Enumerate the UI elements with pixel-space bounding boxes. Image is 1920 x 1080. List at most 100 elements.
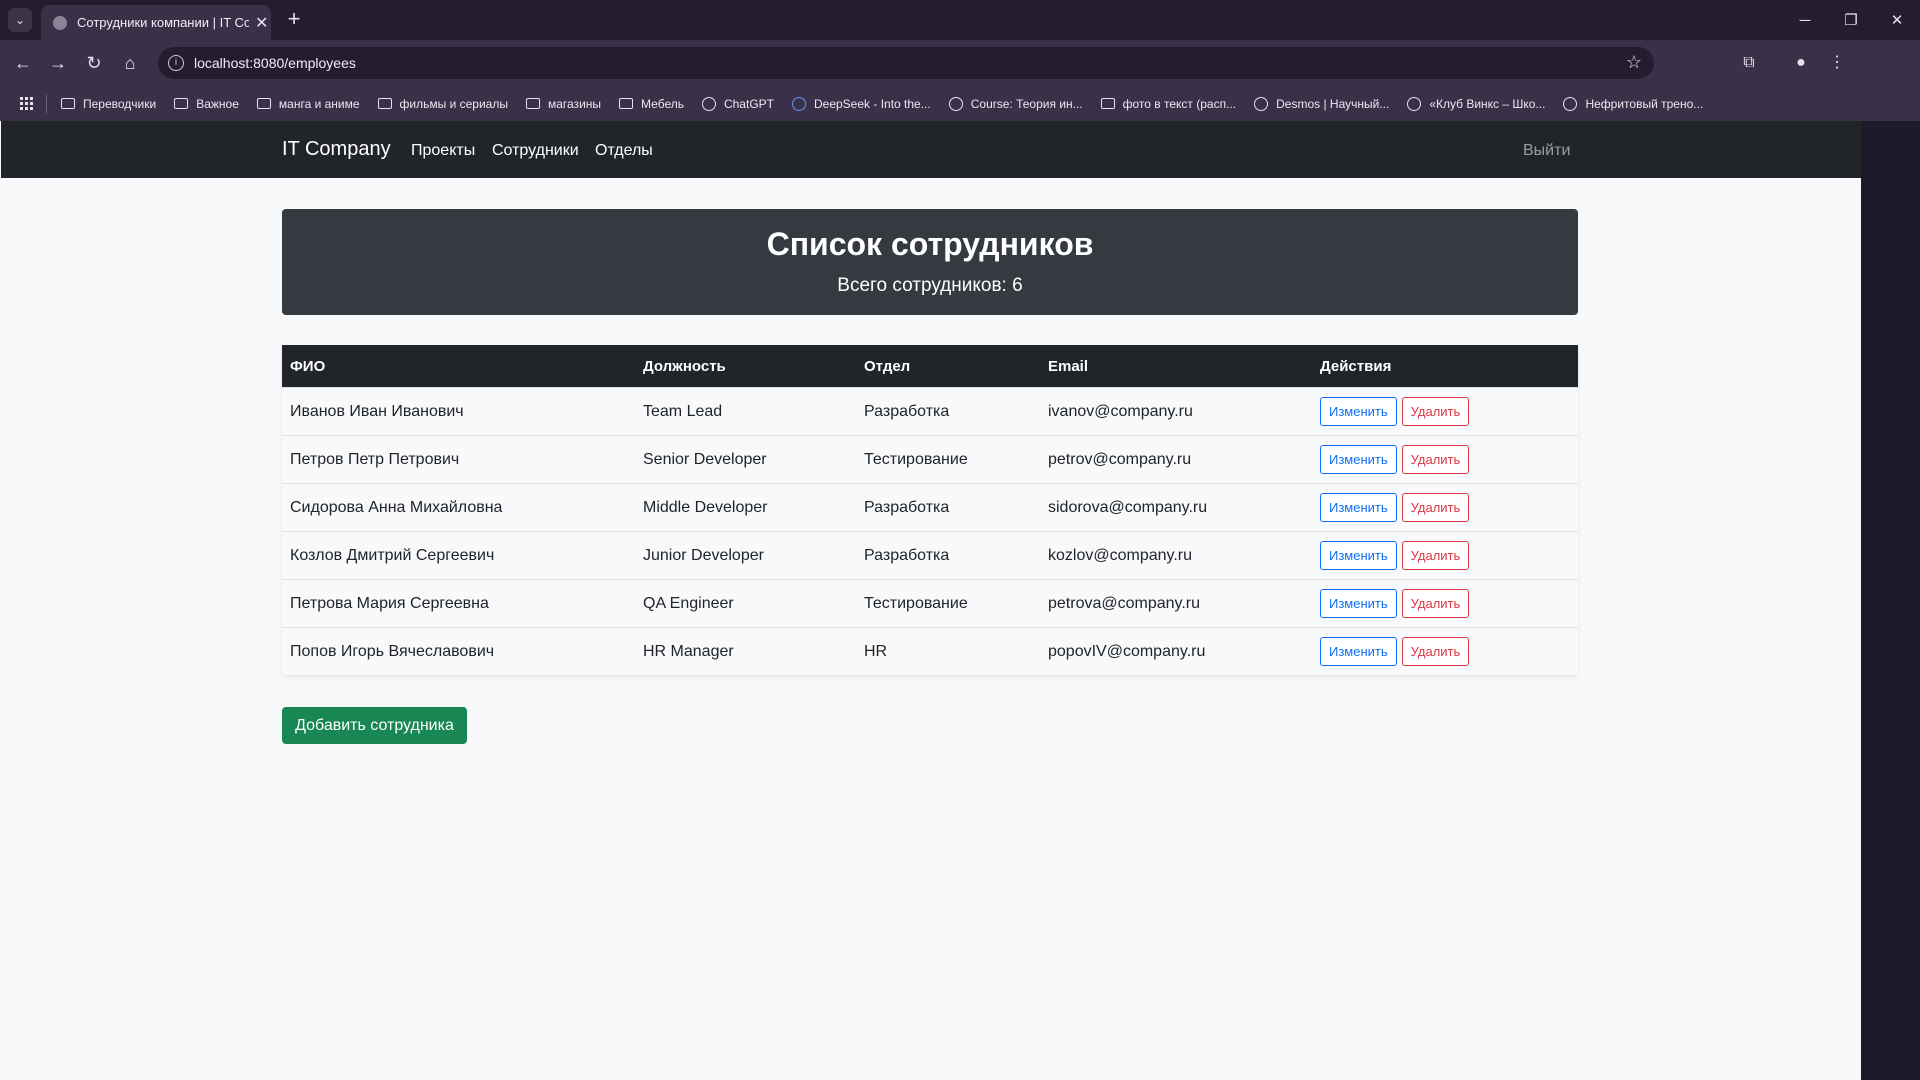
tab-search-icon[interactable]: ⌄ bbox=[8, 8, 32, 32]
window-background-strip bbox=[1861, 121, 1920, 1080]
employee-position: QA Engineer bbox=[635, 579, 856, 628]
bookmark-link[interactable]: DeepSeek - Into the... bbox=[791, 96, 931, 111]
employee-name: Попов Игорь Вячеславович bbox=[282, 627, 635, 675]
edit-button[interactable]: Изменить bbox=[1320, 637, 1397, 666]
table-row: Иванов Иван Иванович Team Lead Разработк… bbox=[282, 387, 1578, 436]
page-title: Список сотрудников bbox=[766, 226, 1094, 262]
window-controls: ─ ❐ ✕ bbox=[1782, 0, 1920, 40]
menu-dots-icon[interactable]: ⋮ bbox=[1822, 47, 1852, 79]
employees-table: ФИО Должность Отдел Email Действия Ивано… bbox=[282, 345, 1578, 675]
minimize-icon[interactable]: ─ bbox=[1782, 0, 1828, 40]
bookmark-label: фильмы и сериалы bbox=[399, 96, 508, 111]
page-header-card: Список сотрудников Всего сотрудников: 6 bbox=[282, 209, 1578, 315]
brand-link[interactable]: IT Company bbox=[282, 138, 391, 161]
delete-button[interactable]: Удалить bbox=[1401, 493, 1470, 522]
deepseek-icon bbox=[791, 96, 806, 111]
folder-icon bbox=[619, 98, 634, 109]
bookmark-label: Нефритовый трено... bbox=[1585, 96, 1704, 111]
bookmark-link[interactable]: фото в текст (расп... bbox=[1100, 96, 1237, 111]
bookmark-label: манга и аниме bbox=[278, 96, 360, 111]
nav-link-departments[interactable]: Отделы bbox=[595, 142, 653, 160]
bookmark-label: Course: Теория ин... bbox=[970, 96, 1083, 111]
bookmark-folder[interactable]: манга и аниме bbox=[256, 96, 360, 111]
employee-name: Иванов Иван Иванович bbox=[282, 387, 635, 436]
tab-close-icon[interactable]: ✕ bbox=[255, 13, 268, 33]
row-actions: Изменить Удалить bbox=[1312, 387, 1578, 436]
forward-icon[interactable]: → bbox=[45, 50, 71, 76]
delete-button[interactable]: Удалить bbox=[1401, 397, 1470, 426]
employee-name: Сидорова Анна Михайловна bbox=[282, 483, 635, 532]
bookmarks-divider bbox=[46, 94, 47, 113]
site-info-icon[interactable]: i bbox=[168, 55, 184, 71]
employee-position: HR Manager bbox=[635, 627, 856, 675]
bookmark-folder[interactable]: Мебель bbox=[619, 97, 684, 111]
bookmark-link[interactable]: ChatGPT bbox=[701, 96, 774, 111]
table-row: Петрова Мария Сергеевна QA Engineer Тест… bbox=[282, 579, 1578, 628]
apps-grid-icon[interactable] bbox=[20, 96, 34, 111]
restore-icon[interactable]: ❐ bbox=[1828, 0, 1874, 40]
bookmark-link[interactable]: Desmos | Научный... bbox=[1254, 96, 1390, 111]
bookmark-folder[interactable]: Переводчики bbox=[61, 97, 156, 111]
site-navbar: IT Company Проекты Сотрудники Отделы Вый… bbox=[1, 121, 1861, 178]
profile-avatar[interactable]: ● bbox=[1786, 47, 1816, 79]
employee-department: Разработка bbox=[856, 483, 1040, 532]
nav-link-employees[interactable]: Сотрудники bbox=[492, 142, 579, 160]
logout-link[interactable]: Выйти bbox=[1523, 142, 1570, 160]
new-tab-button[interactable]: + bbox=[282, 8, 306, 32]
employee-department: Разработка bbox=[856, 387, 1040, 436]
delete-button[interactable]: Удалить bbox=[1401, 589, 1470, 618]
column-header-name: ФИО bbox=[282, 345, 635, 388]
delete-button[interactable]: Удалить bbox=[1401, 637, 1470, 666]
tab-strip: ⌄ Сотрудники компании | IT Co ✕ + ─ ❐ ✕ bbox=[0, 0, 1920, 40]
bookmark-label: ChatGPT bbox=[723, 96, 774, 111]
browser-tab-active[interactable]: Сотрудники компании | IT Co ✕ bbox=[41, 5, 271, 40]
bookmark-folder[interactable]: магазины bbox=[525, 97, 601, 111]
bookmark-label: DeepSeek - Into the... bbox=[813, 96, 931, 111]
close-window-icon[interactable]: ✕ bbox=[1874, 0, 1920, 40]
bookmark-star-icon[interactable]: ☆ bbox=[1626, 52, 1642, 73]
edit-button[interactable]: Изменить bbox=[1320, 493, 1397, 522]
row-actions: Изменить Удалить bbox=[1312, 483, 1578, 532]
bookmark-link[interactable]: «Клуб Винкс – Шко... bbox=[1407, 96, 1545, 111]
column-header-department: Отдел bbox=[856, 345, 1040, 388]
folder-icon bbox=[61, 98, 75, 109]
delete-button[interactable]: Удалить bbox=[1401, 445, 1470, 474]
employee-department: HR bbox=[856, 627, 1040, 675]
edit-button[interactable]: Изменить bbox=[1320, 397, 1397, 426]
table-header-row: ФИО Должность Отдел Email Действия bbox=[282, 345, 1578, 388]
back-icon[interactable]: ← bbox=[10, 50, 36, 76]
row-actions: Изменить Удалить bbox=[1312, 627, 1578, 675]
bookmark-label: фото в текст (расп... bbox=[1122, 96, 1237, 111]
address-bar[interactable]: i localhost:8080/employees ☆ bbox=[158, 47, 1654, 79]
nav-link-projects[interactable]: Проекты bbox=[411, 142, 475, 160]
table-row: Сидорова Анна Михайловна Middle Develope… bbox=[282, 483, 1578, 532]
employee-email: popovIV@company.ru bbox=[1040, 627, 1312, 675]
home-icon[interactable]: ⌂ bbox=[117, 50, 143, 76]
bookmark-label: Важное bbox=[196, 96, 239, 111]
bookmark-link[interactable]: Course: Теория ин... bbox=[948, 96, 1083, 111]
bookmark-label: Desmos | Научный... bbox=[1276, 96, 1390, 111]
favicon-icon bbox=[53, 15, 67, 30]
employee-email: sidorova@company.ru bbox=[1040, 483, 1312, 532]
employee-name: Петров Петр Петрович bbox=[282, 435, 635, 484]
row-actions: Изменить Удалить bbox=[1312, 435, 1578, 484]
table-row: Козлов Дмитрий Сергеевич Junior Develope… bbox=[282, 531, 1578, 580]
url-text[interactable]: localhost:8080/employees bbox=[194, 55, 356, 71]
add-employee-button[interactable]: Добавить сотрудника bbox=[282, 707, 467, 744]
reload-icon[interactable]: ↻ bbox=[81, 50, 107, 76]
bookmark-link[interactable]: Нефритовый трено... bbox=[1563, 96, 1704, 111]
edit-button[interactable]: Изменить bbox=[1320, 445, 1397, 474]
browser-chrome: ⌄ Сотрудники компании | IT Co ✕ + ─ ❐ ✕ … bbox=[0, 0, 1920, 121]
employee-position: Team Lead bbox=[635, 387, 856, 436]
chatgpt-icon bbox=[701, 96, 716, 111]
bookmark-folder[interactable]: Важное bbox=[174, 97, 239, 111]
folder-icon bbox=[174, 98, 189, 109]
extensions-icon[interactable]: ⧉ bbox=[1734, 47, 1764, 79]
bookmark-folder[interactable]: фильмы и сериалы bbox=[377, 96, 508, 111]
edit-button[interactable]: Изменить bbox=[1320, 541, 1397, 570]
delete-button[interactable]: Удалить bbox=[1401, 541, 1470, 570]
bookmark-label: Мебель bbox=[641, 96, 684, 111]
edit-button[interactable]: Изменить bbox=[1320, 589, 1397, 618]
bookmark-label: Переводчики bbox=[83, 96, 157, 111]
table-row: Попов Игорь Вячеславович HR Manager HR p… bbox=[282, 627, 1578, 675]
